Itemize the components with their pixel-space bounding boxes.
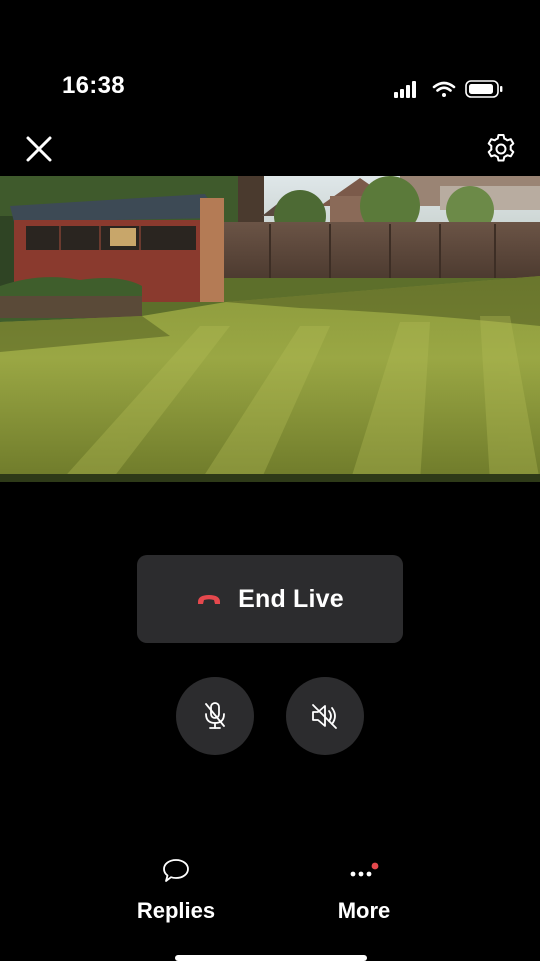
notification-badge <box>371 862 379 870</box>
settings-button[interactable] <box>484 132 518 166</box>
speech-bubble-icon <box>163 859 189 882</box>
gear-icon <box>487 134 515 162</box>
microphone-muted-icon <box>205 702 225 729</box>
more-dots-icon <box>350 862 379 877</box>
close-icon <box>26 136 52 162</box>
phone-hangup-icon <box>198 595 221 604</box>
end-live-button[interactable]: End Live <box>137 555 403 643</box>
mute-speaker-button[interactable] <box>286 677 364 755</box>
mute-microphone-button[interactable] <box>176 677 254 755</box>
garden-scene-image <box>0 176 540 482</box>
wifi-icon <box>432 81 456 97</box>
status-time: 16:38 <box>62 72 125 99</box>
battery-icon <box>465 80 503 98</box>
more-label: More <box>337 898 391 923</box>
home-indicator[interactable] <box>175 955 367 961</box>
status-icons <box>392 78 508 100</box>
replies-label: Replies <box>136 898 216 923</box>
replies-button[interactable]: Replies <box>106 852 246 932</box>
cellular-signal-icon <box>394 81 416 98</box>
speaker-muted-icon <box>312 704 337 729</box>
top-bar <box>0 120 540 176</box>
status-bar: 16:38 <box>0 0 540 120</box>
close-button[interactable] <box>22 132 56 166</box>
more-button[interactable]: More <box>294 852 434 932</box>
live-video-feed[interactable] <box>0 176 540 482</box>
end-live-label: End Live <box>238 584 344 613</box>
